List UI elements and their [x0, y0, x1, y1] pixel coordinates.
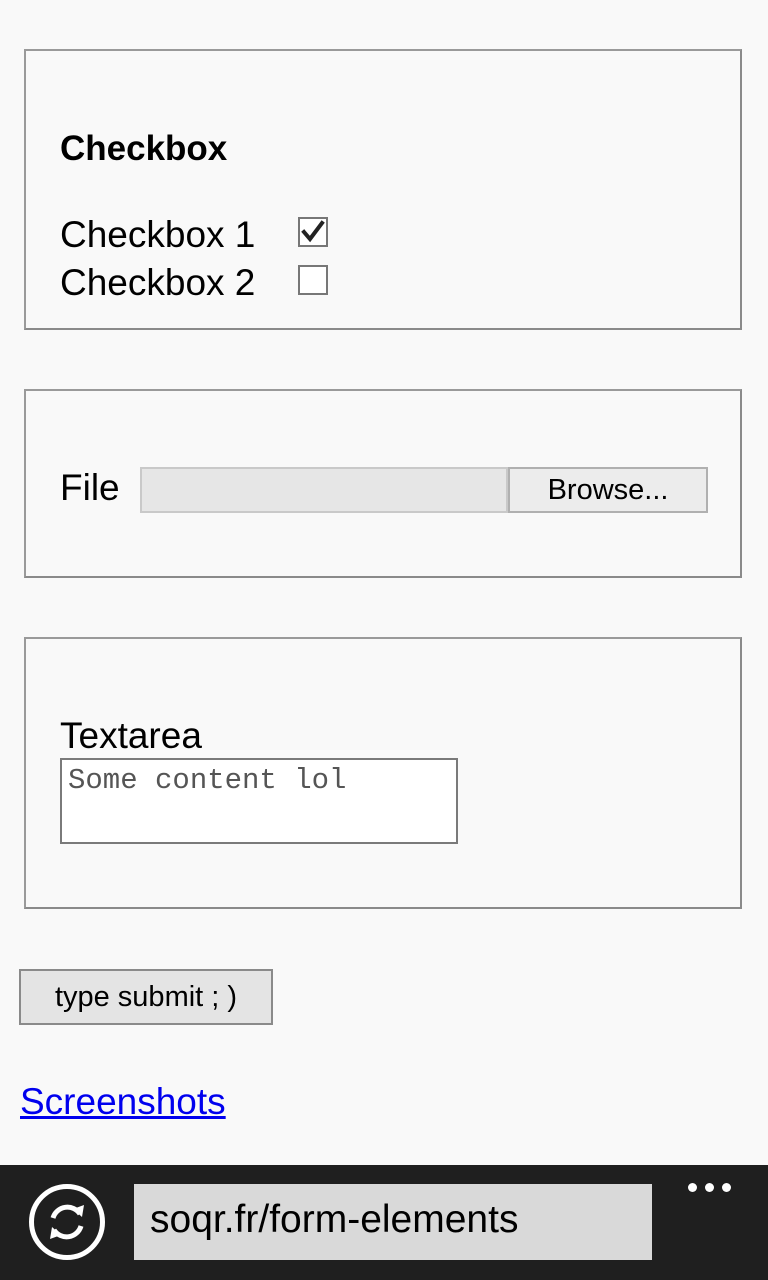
checkbox-2[interactable]: [298, 265, 328, 295]
refresh-icon: [50, 1204, 84, 1240]
textarea-input[interactable]: Some content lol: [60, 758, 458, 844]
screenshots-link[interactable]: Screenshots: [20, 1081, 226, 1123]
textarea-label: Textarea: [60, 715, 202, 756]
checkbox-1[interactable]: [298, 217, 328, 247]
refresh-button[interactable]: [29, 1184, 105, 1260]
file-fieldset: File Browse...: [24, 389, 742, 578]
more-icon[interactable]: [686, 1177, 734, 1197]
file-label: File: [60, 467, 120, 508]
checkbox-fieldset: Checkbox Checkbox 1 Checkbox 2: [24, 49, 742, 330]
file-path-field[interactable]: [140, 467, 508, 513]
browse-button[interactable]: Browse...: [508, 467, 708, 513]
browser-app-bar: soqr.fr/form-elements: [0, 1165, 768, 1280]
address-bar[interactable]: soqr.fr/form-elements: [134, 1184, 652, 1260]
checkbox-row-1: Checkbox 1: [60, 213, 390, 257]
page: Checkbox Checkbox 1 Checkbox 2 File Brow…: [0, 0, 768, 1280]
checkbox-section-title: Checkbox: [60, 129, 228, 168]
checkbox-2-label: Checkbox 2: [60, 262, 256, 303]
checkmark-icon: [301, 220, 325, 243]
checkbox-row-2: Checkbox 2: [60, 261, 390, 305]
submit-button[interactable]: type submit ; ): [19, 969, 273, 1025]
textarea-fieldset: Textarea Some content lol: [24, 637, 742, 909]
checkbox-1-label: Checkbox 1: [60, 214, 256, 255]
